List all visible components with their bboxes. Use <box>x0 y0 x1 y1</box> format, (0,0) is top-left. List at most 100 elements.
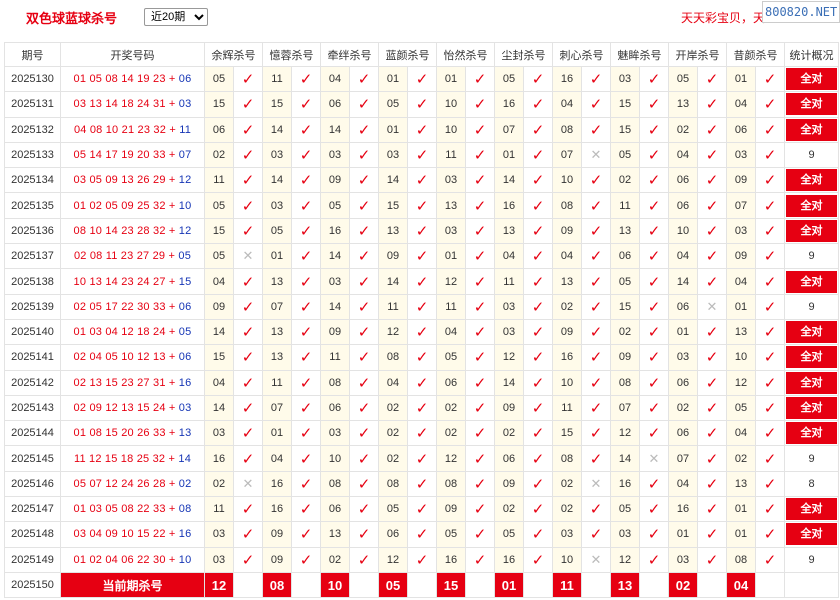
kill-number: 15 <box>204 344 234 371</box>
kill-number: 01 <box>726 521 756 548</box>
header-expert: 余辉杀号 <box>204 42 263 67</box>
kill-number: 02 <box>668 116 698 143</box>
red-balls: 11 12 15 18 25 32 <box>73 452 166 465</box>
current-kill-blank <box>581 571 611 599</box>
row-period: 2025146 <box>4 470 61 498</box>
row-period: 2025131 <box>4 91 61 118</box>
row-period: 2025144 <box>4 420 61 447</box>
check-icon: ✓ <box>407 141 437 169</box>
kill-number: 11 <box>262 65 292 93</box>
all-correct-badge: 全对 <box>786 422 837 445</box>
kill-number: 06 <box>726 116 756 143</box>
table-row: 2025132 04 08 10 21 23 32 + 11 06 ✓ 14 ✓ 14 ✓ 01… <box>4 116 839 143</box>
kill-number: 03 <box>378 141 408 169</box>
check-icon: ✓ <box>349 470 379 498</box>
kill-number: 01 <box>726 293 756 320</box>
current-kill-blank <box>755 571 785 599</box>
check-icon: ✓ <box>407 344 437 371</box>
row-draw-numbers: 02 04 05 10 12 13 + 06 <box>60 344 205 371</box>
kill-number: 16 <box>320 217 350 245</box>
kill-number: 01 <box>726 496 756 523</box>
kill-number: 12 <box>610 420 640 447</box>
blue-ball: 14 <box>178 452 192 465</box>
plus-sign: + <box>168 477 176 490</box>
check-icon: ✓ <box>465 116 495 143</box>
kill-number: 14 <box>494 369 524 396</box>
kill-number: 11 <box>436 141 466 169</box>
kill-number: 05 <box>494 65 524 93</box>
check-icon: ✓ <box>407 268 437 295</box>
check-icon: ✓ <box>755 217 785 245</box>
check-icon: ✓ <box>291 293 321 320</box>
plus-sign: + <box>168 326 176 339</box>
kill-number: 03 <box>494 318 524 346</box>
kill-number: 02 <box>668 394 698 422</box>
period-select[interactable]: 近20期 <box>144 8 208 26</box>
check-icon: ✓ <box>291 546 321 573</box>
kill-number: 09 <box>494 394 524 422</box>
kill-number: 09 <box>494 470 524 498</box>
header-draw: 开奖号码 <box>60 42 205 67</box>
kill-number: 02 <box>552 293 582 320</box>
check-icon: ✓ <box>639 293 669 320</box>
red-balls: 05 07 12 24 26 28 <box>73 477 166 490</box>
row-draw-numbers: 10 13 14 23 24 27 + 15 <box>60 268 205 295</box>
kill-number: 13 <box>262 344 292 371</box>
row-draw-numbers: 02 09 12 13 15 24 + 03 <box>60 394 205 422</box>
check-icon: ✓ <box>523 192 553 219</box>
kill-number: 13 <box>378 217 408 245</box>
kill-number: 14 <box>320 116 350 143</box>
kill-number: 06 <box>668 293 698 320</box>
all-correct-badge: 全对 <box>786 68 837 91</box>
check-icon: ✓ <box>523 394 553 422</box>
row-draw-numbers: 01 05 08 14 19 23 + 06 <box>60 65 205 93</box>
kill-number: 05 <box>320 192 350 219</box>
check-icon: ✓ <box>407 293 437 320</box>
row-summary: 全对 <box>784 116 839 143</box>
check-icon: ✓ <box>581 394 611 422</box>
plus-sign: + <box>168 199 176 212</box>
kill-number: 13 <box>262 318 292 346</box>
kill-number: 16 <box>262 496 292 523</box>
kill-number: 10 <box>552 167 582 194</box>
blue-ball: 10 <box>178 553 192 566</box>
kill-number: 01 <box>378 116 408 143</box>
row-summary: 全对 <box>784 268 839 295</box>
kill-number: 07 <box>494 116 524 143</box>
kill-number: 10 <box>320 445 350 472</box>
row-summary: 全对 <box>784 65 839 93</box>
blue-ball: 08 <box>178 503 192 516</box>
promo-link[interactable]: 天天彩宝贝，天 <box>681 9 765 26</box>
current-kill-blank <box>639 571 669 599</box>
check-icon: ✓ <box>697 217 727 245</box>
kill-number: 08 <box>552 445 582 472</box>
check-icon: ✓ <box>407 116 437 143</box>
row-period: 2025137 <box>4 243 61 270</box>
check-icon: ✓ <box>407 521 437 548</box>
red-balls: 03 04 09 10 15 22 <box>73 528 166 541</box>
current-kill-number: 01 <box>494 571 524 599</box>
check-icon: ✓ <box>291 496 321 523</box>
kill-number: 09 <box>726 167 756 194</box>
plus-sign: + <box>168 275 176 288</box>
row-summary: 全对 <box>784 496 839 523</box>
row-period: 2025142 <box>4 369 61 396</box>
plus-sign: + <box>168 452 176 465</box>
kill-number: 04 <box>204 268 234 295</box>
plus-sign: + <box>169 123 176 136</box>
check-icon: ✓ <box>407 167 437 194</box>
check-icon: ✓ <box>755 141 785 169</box>
kill-number: 10 <box>552 546 582 573</box>
check-icon: ✓ <box>291 420 321 447</box>
all-correct-badge: 全对 <box>786 397 837 419</box>
blue-ball: 12 <box>178 224 192 237</box>
row-period: 2025134 <box>4 167 61 194</box>
check-icon: ✓ <box>581 344 611 371</box>
red-balls: 04 08 10 21 23 32 <box>73 123 167 136</box>
check-icon: ✓ <box>349 268 379 295</box>
kill-number: 07 <box>552 141 582 169</box>
red-balls: 03 13 14 18 24 31 <box>73 98 166 111</box>
check-icon: ✓ <box>755 369 785 396</box>
kill-number: 06 <box>378 521 408 548</box>
check-icon: ✓ <box>755 521 785 548</box>
